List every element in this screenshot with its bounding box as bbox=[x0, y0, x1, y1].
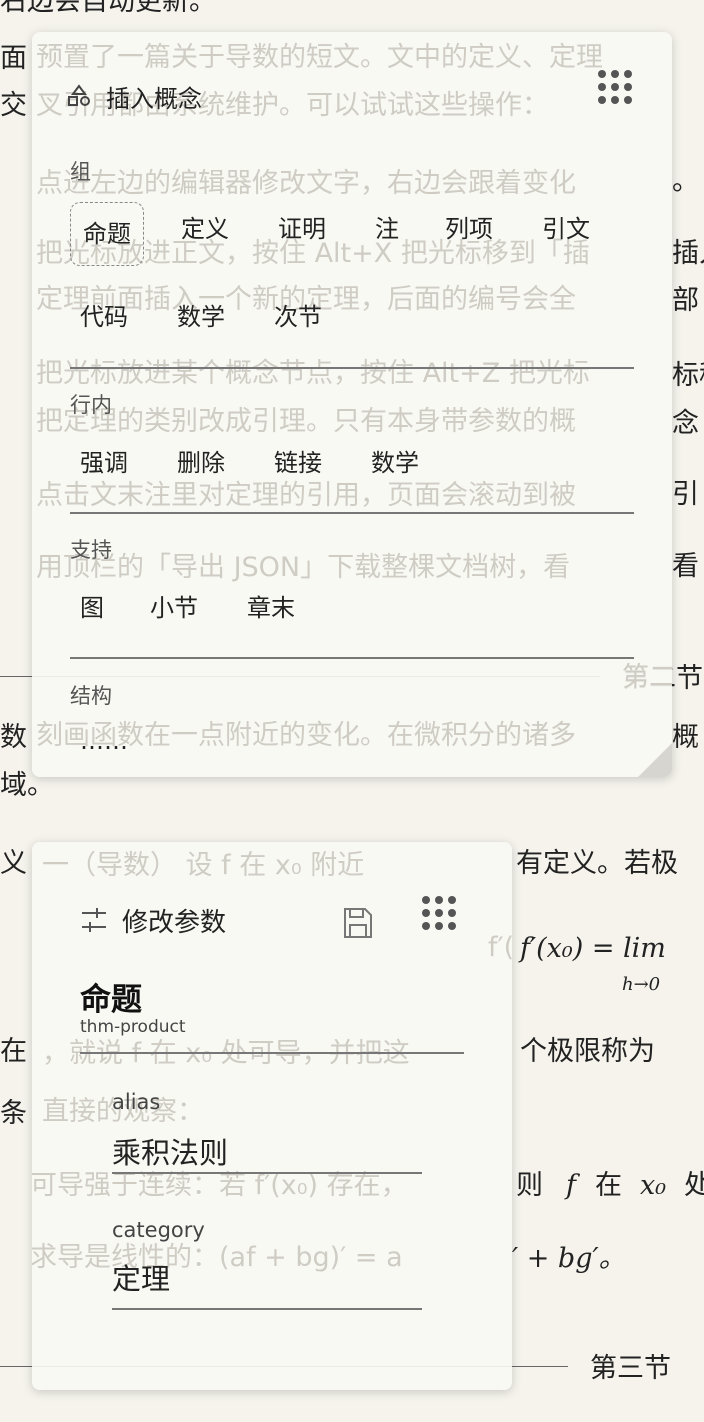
doc-text: 标移 bbox=[672, 360, 704, 391]
concept-chip-code[interactable]: 代码 bbox=[68, 286, 140, 348]
concept-chip-proposition[interactable]: 命题 bbox=[70, 202, 144, 266]
faint-text-line: 点进左边的编辑器修改文字，右边会跟着变化 bbox=[36, 168, 576, 199]
doc-text: 条 bbox=[0, 1098, 27, 1129]
concept-name: 命题 bbox=[80, 982, 142, 1018]
field-label-alias: alias bbox=[112, 1090, 161, 1114]
group-label: 组 bbox=[70, 160, 91, 184]
faint-text-line: f′(x₀) = lim bbox=[488, 932, 512, 963]
concept-icon bbox=[66, 82, 92, 108]
doc-text: 在 bbox=[0, 1036, 27, 1067]
concept-chip-list[interactable]: 列项 bbox=[433, 198, 505, 260]
doc-text: 个极限称为 bbox=[520, 1036, 655, 1067]
concept-chip-more[interactable]: …… bbox=[68, 710, 140, 772]
edit-params-panel: 一（导数） 设 f 在 x₀ 附近 f′(x₀) = lim ，就说 f 在 x₀ … bbox=[32, 842, 512, 1390]
concept-chip-figure[interactable]: 图 bbox=[68, 577, 116, 639]
section-heading: 第三节 bbox=[590, 1353, 671, 1384]
faint-text-line: 求导是线性的：(af + bg)′ = a bbox=[32, 1242, 403, 1273]
resize-handle[interactable] bbox=[638, 743, 672, 777]
concept-chip-quote[interactable]: 引文 bbox=[530, 198, 602, 260]
faint-text-line: 把定理的类别改成引理。只有本身带参数的概 bbox=[36, 406, 576, 437]
panel-title: 插入概念 bbox=[106, 85, 202, 113]
math-subscript: h→0 bbox=[622, 974, 661, 995]
faint-text-line: 一（导数） 设 f 在 x₀ 附近 bbox=[42, 850, 365, 881]
save-icon[interactable] bbox=[342, 906, 374, 940]
panel-title: 修改参数 bbox=[122, 908, 227, 938]
concept-chip-inline-math[interactable]: 数学 bbox=[359, 432, 431, 494]
doc-text: 概 bbox=[672, 722, 699, 753]
divider bbox=[70, 657, 634, 659]
group-label: 结构 bbox=[70, 684, 112, 708]
faint-text-line: 第二节 bbox=[622, 662, 672, 693]
concept-chip-link[interactable]: 链接 bbox=[262, 432, 334, 494]
doc-text: 面 bbox=[0, 43, 27, 74]
insert-concept-panel: 预置了一篇关于导数的短文。文中的定义、定理 叉引用都由系统维护。可以试试这些操作：… bbox=[32, 32, 672, 777]
doc-text: 在 bbox=[595, 1170, 622, 1201]
divider bbox=[70, 367, 634, 369]
alias-field[interactable]: 乘积法则 bbox=[112, 1130, 228, 1172]
doc-text: 念 bbox=[672, 408, 699, 439]
drag-handle-icon[interactable] bbox=[598, 70, 632, 104]
doc-text: 义 bbox=[0, 848, 27, 879]
doc-text: 处 bbox=[684, 1170, 704, 1201]
concept-chip-strike[interactable]: 删除 bbox=[165, 432, 237, 494]
math-inline: ′ + bg′。 bbox=[512, 1243, 626, 1274]
concept-id: thm-product bbox=[80, 1017, 186, 1037]
doc-text: 则 bbox=[516, 1170, 543, 1201]
divider bbox=[80, 1052, 464, 1054]
category-field[interactable]: 定理 bbox=[112, 1256, 170, 1298]
sliders-icon bbox=[80, 906, 108, 934]
doc-text: 交 bbox=[0, 90, 27, 121]
faint-text-line: 把光标放进某个概念节点，按住 Alt+Z 把光标 bbox=[36, 358, 590, 389]
field-underline bbox=[112, 1172, 422, 1174]
divider bbox=[70, 512, 634, 514]
concept-chip-proof[interactable]: 证明 bbox=[266, 198, 338, 260]
faint-text-line: 可导强于连续：若 f′(x₀) 存在， bbox=[32, 1170, 408, 1201]
group-label: 支持 bbox=[70, 538, 112, 562]
doc-text: 。 bbox=[672, 166, 699, 197]
concept-chip-subsection[interactable]: 次节 bbox=[262, 286, 334, 348]
doc-text: 插入 bbox=[672, 238, 704, 269]
faint-text-line: 预置了一篇关于导数的短文。文中的定义、定理 bbox=[36, 42, 603, 73]
concept-chip-endnote[interactable]: 章末 bbox=[235, 577, 307, 639]
concept-chip-subsection-support[interactable]: 小节 bbox=[138, 577, 210, 639]
field-label-category: category bbox=[112, 1218, 205, 1242]
doc-text: 数 bbox=[0, 722, 27, 753]
field-underline bbox=[112, 1308, 422, 1310]
doc-text: 部 bbox=[672, 285, 699, 316]
doc-text: 引 bbox=[672, 479, 699, 510]
concept-chip-note[interactable]: 注 bbox=[363, 198, 411, 260]
concept-chip-definition[interactable]: 定义 bbox=[169, 198, 241, 260]
group-label: 行内 bbox=[70, 393, 112, 417]
doc-text: 右边会自动更新。 bbox=[0, 0, 216, 17]
math-formula: f′(x₀) = lim bbox=[520, 933, 666, 964]
drag-handle-icon[interactable] bbox=[422, 896, 456, 930]
concept-chip-emphasis[interactable]: 强调 bbox=[68, 432, 140, 494]
concept-chip-math[interactable]: 数学 bbox=[165, 286, 237, 348]
faint-text-line: ，就说 f 在 x₀ 处可导，并把这 bbox=[42, 1038, 410, 1069]
doc-text: 看 bbox=[672, 551, 699, 582]
doc-text: 有定义。若极 bbox=[516, 848, 678, 879]
